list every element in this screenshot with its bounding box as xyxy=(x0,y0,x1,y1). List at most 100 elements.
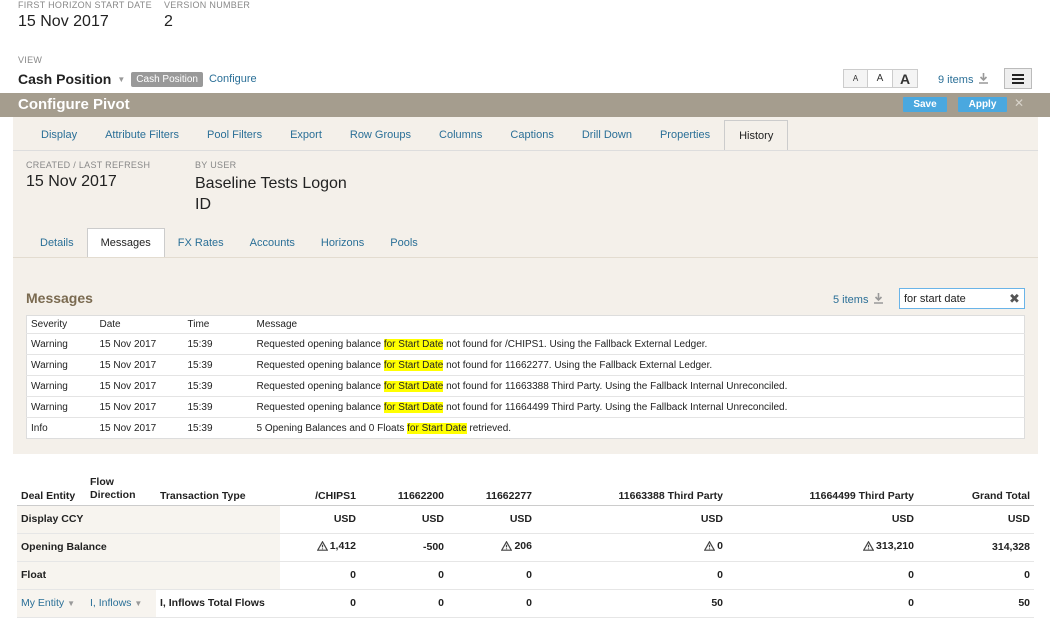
row-label: Display CCY xyxy=(17,505,280,534)
message-text: retrieved. xyxy=(466,422,512,434)
col-time[interactable]: Time xyxy=(184,316,253,334)
tab-export[interactable]: Export xyxy=(276,120,336,150)
menu-button[interactable] xyxy=(1004,68,1032,89)
header-transaction-type[interactable]: Transaction Type xyxy=(156,474,280,506)
message-row[interactable]: Info 15 Nov 2017 15:39 5 Opening Balances a… xyxy=(26,417,1025,439)
cell: 0 xyxy=(360,589,448,618)
message-cell: Requested opening balance for Start Date… xyxy=(252,396,1025,418)
warning-icon[interactable] xyxy=(703,540,716,554)
col-header[interactable]: 11662200 xyxy=(360,474,448,506)
search-highlight: for Start Date xyxy=(383,401,444,413)
clear-search-icon[interactable]: ✖ xyxy=(1009,291,1020,307)
first-horizon-value: 15 Nov 2017 xyxy=(18,13,109,30)
message-text: not found for /CHIPS1. Using the Fallbac… xyxy=(443,338,708,350)
cell: 0 xyxy=(727,561,918,590)
row-label: Opening Balance xyxy=(17,533,280,562)
messages-table: Severity Date Time Message Warning 15 Nov… xyxy=(26,315,1025,439)
message-row[interactable]: Warning 15 Nov 2017 15:39 Requested opening… xyxy=(26,354,1025,376)
col-header[interactable]: 11664499 Third Party xyxy=(727,474,918,506)
col-header[interactable]: /CHIPS1 xyxy=(280,474,360,506)
view-selector[interactable]: Cash Position xyxy=(18,71,111,87)
entity-link[interactable]: My Entity xyxy=(21,597,64,609)
font-medium-button[interactable]: A xyxy=(868,69,893,88)
cell: 0 xyxy=(918,561,1034,590)
configure-link[interactable]: Configure xyxy=(209,73,257,85)
cell[interactable]: 313,210 xyxy=(727,533,918,562)
tab-details[interactable]: Details xyxy=(27,228,87,257)
download-icon[interactable] xyxy=(978,72,989,87)
download-icon[interactable] xyxy=(873,292,884,307)
flow-link[interactable]: I, Inflows xyxy=(90,597,131,609)
message-text: not found for 11663388 Third Party. Usin… xyxy=(443,380,788,392)
message-row[interactable]: Warning 15 Nov 2017 15:39 Requested opening… xyxy=(26,333,1025,355)
tab-horizons[interactable]: Horizons xyxy=(308,228,377,257)
col-header[interactable]: 11662277 xyxy=(448,474,536,506)
warning-icon[interactable] xyxy=(501,540,513,554)
tab-row-groups[interactable]: Row Groups xyxy=(336,120,425,150)
message-text: Requested opening balance xyxy=(256,401,384,413)
severity-cell: Warning xyxy=(26,375,96,397)
tab-attribute-filters[interactable]: Attribute Filters xyxy=(91,120,193,150)
chevron-down-icon[interactable]: ▼ xyxy=(134,599,142,608)
search-highlight: for Start Date xyxy=(383,380,444,392)
tab-drill-down[interactable]: Drill Down xyxy=(568,120,646,150)
col-severity[interactable]: Severity xyxy=(27,316,96,334)
warning-icon[interactable] xyxy=(862,540,875,554)
chevron-down-icon[interactable]: ▼ xyxy=(67,599,75,608)
message-text: 5 Opening Balances and 0 Floats xyxy=(256,422,408,434)
cell: USD xyxy=(448,505,536,534)
col-date[interactable]: Date xyxy=(96,316,184,334)
cell: 0 xyxy=(536,561,727,590)
tab-display[interactable]: Display xyxy=(27,120,91,150)
apply-button[interactable]: Apply xyxy=(958,97,1007,112)
header-deal-entity[interactable]: Deal Entity xyxy=(17,474,86,506)
cell[interactable]: 206 xyxy=(448,533,536,562)
cell: 0 xyxy=(360,561,448,590)
tab-columns[interactable]: Columns xyxy=(425,120,496,150)
tab-pools[interactable]: Pools xyxy=(377,228,431,257)
view-label: VIEW xyxy=(18,55,43,65)
cell[interactable]: 1,412 xyxy=(280,533,360,562)
col-header[interactable]: Grand Total xyxy=(918,474,1034,506)
row-opening-balance: Opening Balance 1,412 -500 206 0 313,210… xyxy=(17,533,1034,562)
message-text: Requested opening balance xyxy=(256,359,384,371)
tab-messages[interactable]: Messages xyxy=(86,228,165,257)
tab-fx-rates[interactable]: FX Rates xyxy=(165,228,237,257)
message-cell: Requested opening balance for Start Date… xyxy=(252,333,1025,355)
message-text: not found for 11664499 Third Party. Usin… xyxy=(443,401,788,413)
date-cell: 15 Nov 2017 xyxy=(95,375,184,397)
close-icon[interactable]: ✕ xyxy=(1014,96,1024,110)
cell: 0 xyxy=(280,589,360,618)
tab-history[interactable]: History xyxy=(724,120,789,150)
flow-cell[interactable]: I, Inflows ▼ xyxy=(86,589,156,618)
save-button[interactable]: Save xyxy=(903,97,947,112)
font-small-button[interactable]: A xyxy=(843,69,868,88)
header-flow-direction[interactable]: Flow Direction xyxy=(86,474,156,506)
messages-search-input[interactable] xyxy=(899,288,1025,309)
messages-title: Messages xyxy=(26,290,93,306)
col-header[interactable]: 11663388 Third Party xyxy=(536,474,727,506)
cell: USD xyxy=(280,505,360,534)
col-message[interactable]: Message xyxy=(253,316,1025,334)
tab-accounts[interactable]: Accounts xyxy=(237,228,308,257)
message-row[interactable]: Warning 15 Nov 2017 15:39 Requested opening… xyxy=(26,375,1025,397)
warning-icon[interactable] xyxy=(316,540,329,554)
entity-cell[interactable]: My Entity ▼ xyxy=(17,589,86,618)
user-value: Baseline Tests Logon ID xyxy=(195,175,347,213)
cell: 50 xyxy=(918,589,1034,618)
row-display-ccy: Display CCY USD USD USD USD USD USD xyxy=(17,505,1034,534)
configure-pivot-bar: Configure Pivot Save Apply ✕ xyxy=(0,93,1050,117)
cell: 0 xyxy=(727,589,918,618)
search-highlight: for Start Date xyxy=(383,359,444,371)
font-large-button[interactable]: A xyxy=(893,69,918,88)
cell[interactable]: 0 xyxy=(536,533,727,562)
chevron-down-icon[interactable]: ▼ xyxy=(117,75,125,84)
date-cell: 15 Nov 2017 xyxy=(95,417,184,439)
tab-pool-filters[interactable]: Pool Filters xyxy=(193,120,276,150)
tab-properties[interactable]: Properties xyxy=(646,120,724,150)
pivot-title: Configure Pivot xyxy=(18,96,130,113)
tab-captions[interactable]: Captions xyxy=(496,120,567,150)
message-row[interactable]: Warning 15 Nov 2017 15:39 Requested opening… xyxy=(26,396,1025,418)
message-cell: Requested opening balance for Start Date… xyxy=(252,354,1025,376)
row-float: Float 0 0 0 0 0 0 xyxy=(17,561,1034,590)
